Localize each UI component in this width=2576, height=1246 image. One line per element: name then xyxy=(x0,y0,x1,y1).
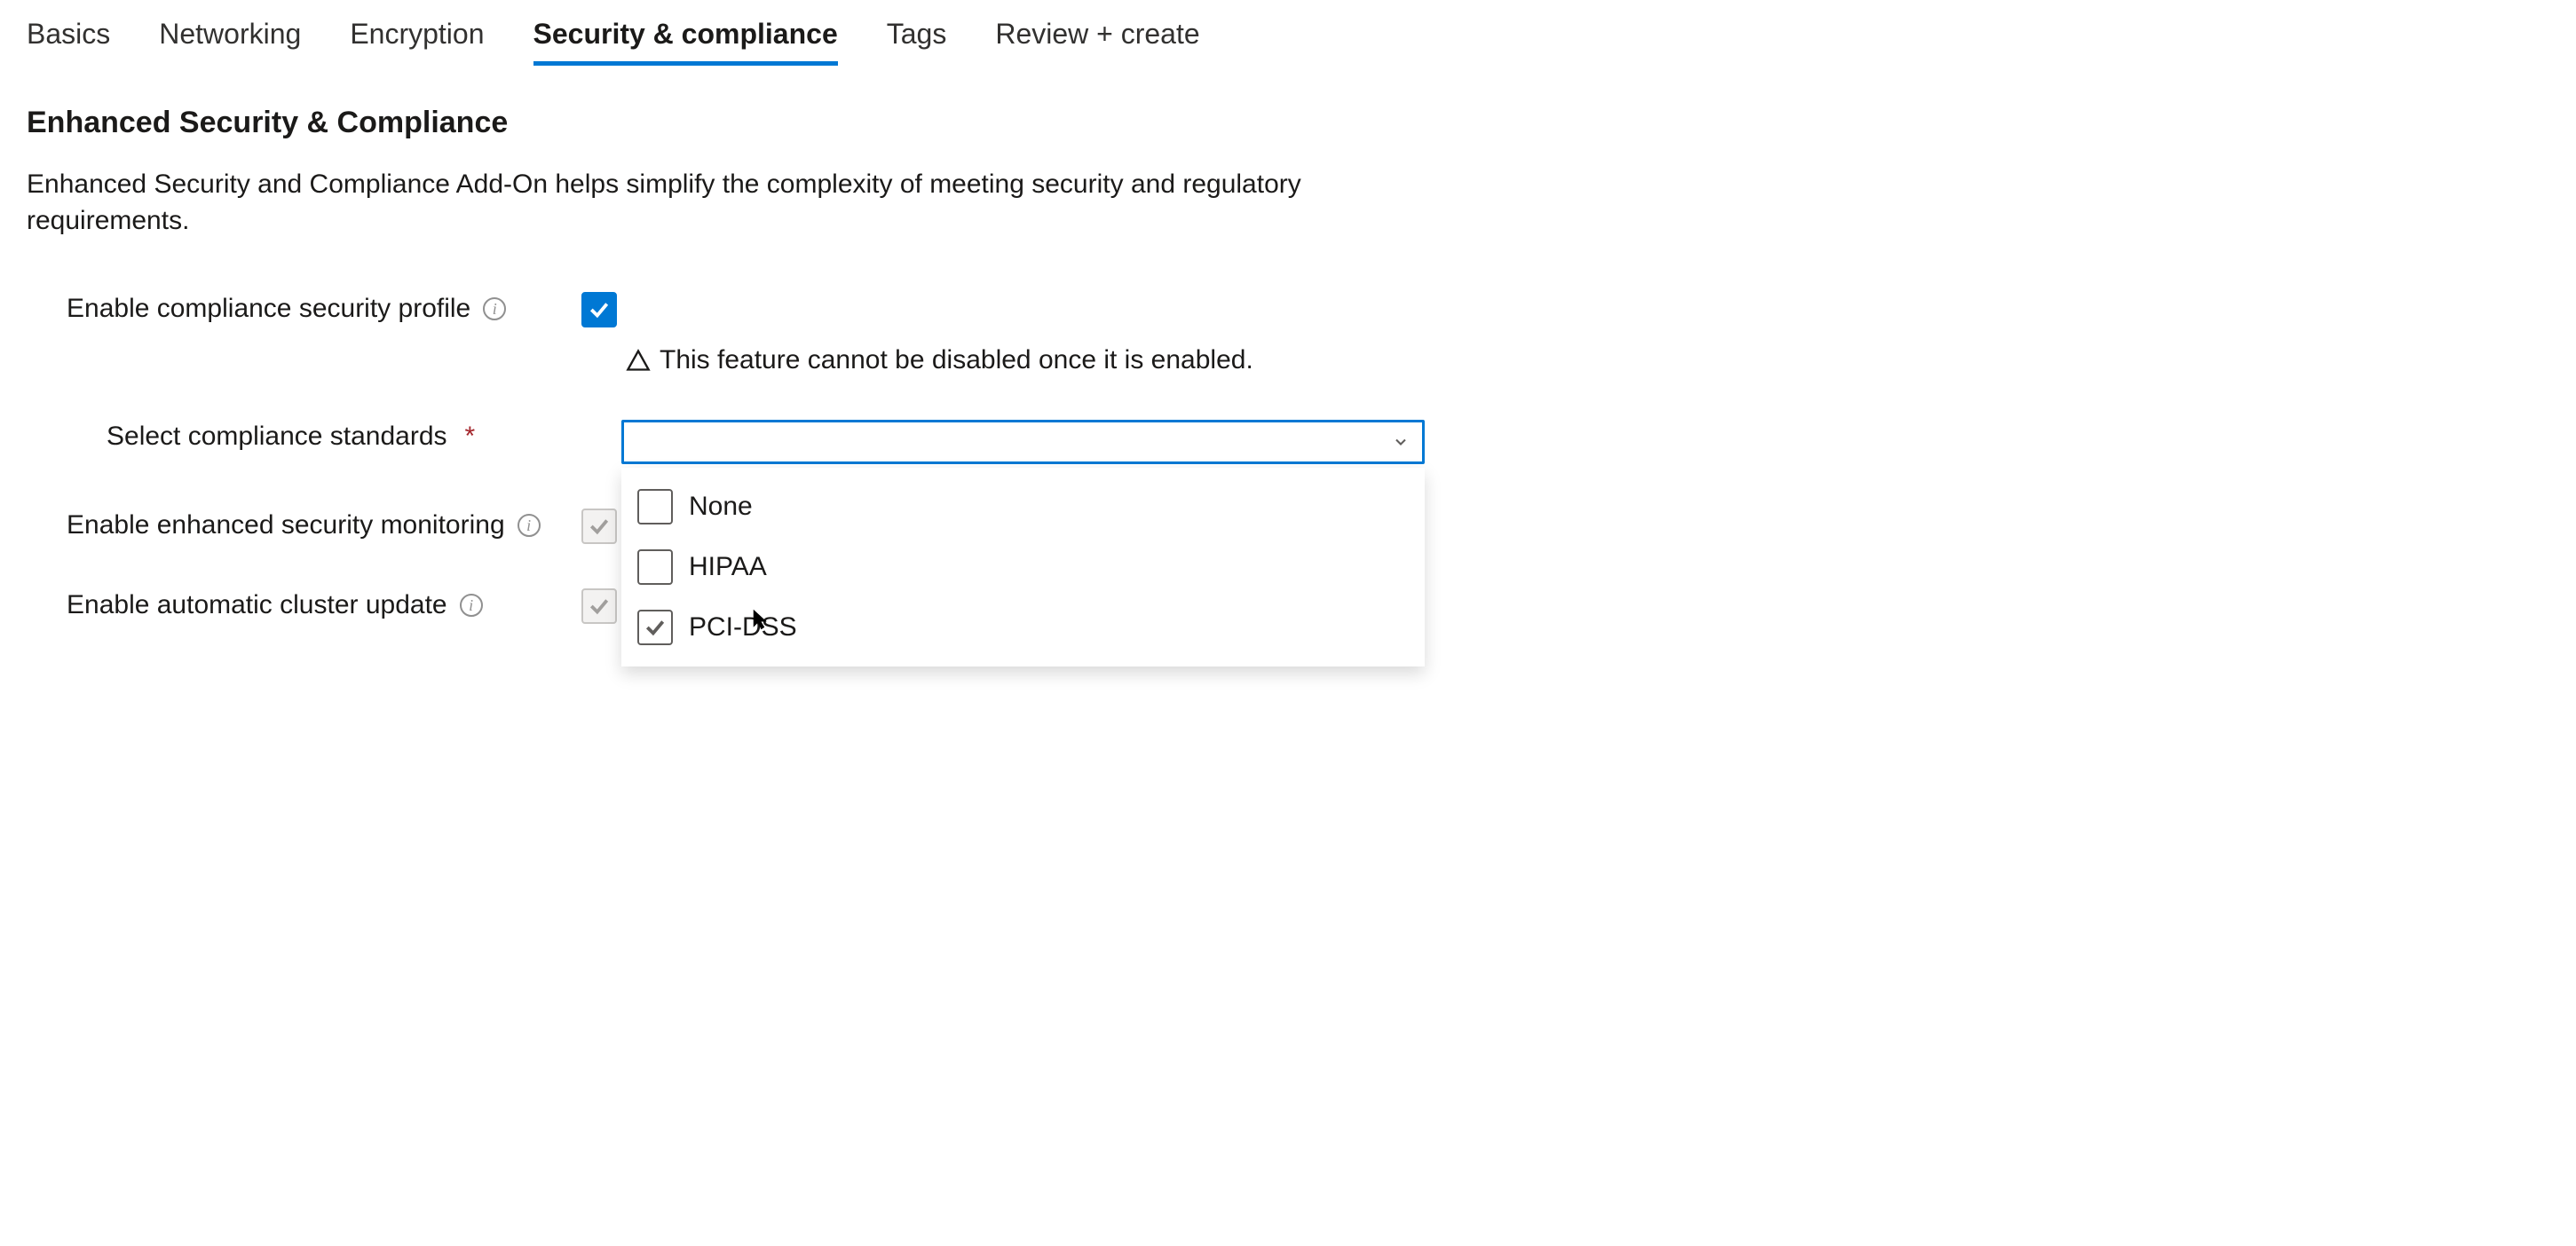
monitoring-label: Enable enhanced security monitoring xyxy=(67,510,505,540)
required-marker: * xyxy=(465,422,476,452)
profile-value xyxy=(581,292,2549,327)
info-icon[interactable]: i xyxy=(518,514,541,537)
tab-security-compliance[interactable]: Security & compliance xyxy=(533,18,838,66)
chevron-down-icon xyxy=(1392,433,1410,451)
wizard-tabs: Basics Networking Encryption Security & … xyxy=(27,18,2549,66)
section-title: Enhanced Security & Compliance xyxy=(27,106,2549,140)
option-label: HIPAA xyxy=(689,552,767,582)
option-label: None xyxy=(689,492,753,522)
option-checkbox[interactable] xyxy=(637,610,673,645)
info-icon[interactable]: i xyxy=(460,594,483,617)
autoupdate-checkbox xyxy=(581,588,617,624)
option-checkbox[interactable] xyxy=(637,549,673,585)
tab-encryption[interactable]: Encryption xyxy=(350,18,484,66)
standards-option-hipaa[interactable]: HIPAA xyxy=(621,537,1425,597)
tab-tags[interactable]: Tags xyxy=(887,18,947,66)
standards-dropdown-toggle[interactable] xyxy=(621,420,1425,464)
standards-dropdown: None HIPAA PCI-DSS xyxy=(621,420,1425,464)
autoupdate-label-row: Enable automatic cluster update i xyxy=(67,588,581,620)
standards-value: None HIPAA PCI-DSS xyxy=(581,420,2549,464)
tab-networking[interactable]: Networking xyxy=(159,18,301,66)
profile-checkbox[interactable] xyxy=(581,292,617,327)
profile-label: Enable compliance security profile xyxy=(67,294,470,324)
monitoring-checkbox xyxy=(581,509,617,544)
autoupdate-label: Enable automatic cluster update xyxy=(67,590,447,620)
option-label: PCI-DSS xyxy=(689,612,797,643)
standards-option-none[interactable]: None xyxy=(621,477,1425,537)
tab-basics[interactable]: Basics xyxy=(27,18,110,66)
standards-option-pci-dss[interactable]: PCI-DSS xyxy=(621,597,1425,658)
standards-label-row: Select compliance standards * xyxy=(67,420,581,452)
settings-form: Enable compliance security profile i Thi… xyxy=(27,292,2549,624)
standards-dropdown-list: None HIPAA PCI-DSS xyxy=(621,468,1425,666)
profile-warning: This feature cannot be disabled once it … xyxy=(626,345,2549,375)
profile-warning-text: This feature cannot be disabled once it … xyxy=(660,345,1253,375)
section-description: Enhanced Security and Compliance Add-On … xyxy=(27,167,1314,239)
info-icon[interactable]: i xyxy=(483,297,506,320)
tab-review-create[interactable]: Review + create xyxy=(995,18,1199,66)
option-checkbox[interactable] xyxy=(637,489,673,524)
profile-label-row: Enable compliance security profile i xyxy=(67,292,581,324)
monitoring-label-row: Enable enhanced security monitoring i xyxy=(67,509,581,540)
warning-icon xyxy=(626,348,651,373)
standards-label: Select compliance standards xyxy=(107,422,447,452)
